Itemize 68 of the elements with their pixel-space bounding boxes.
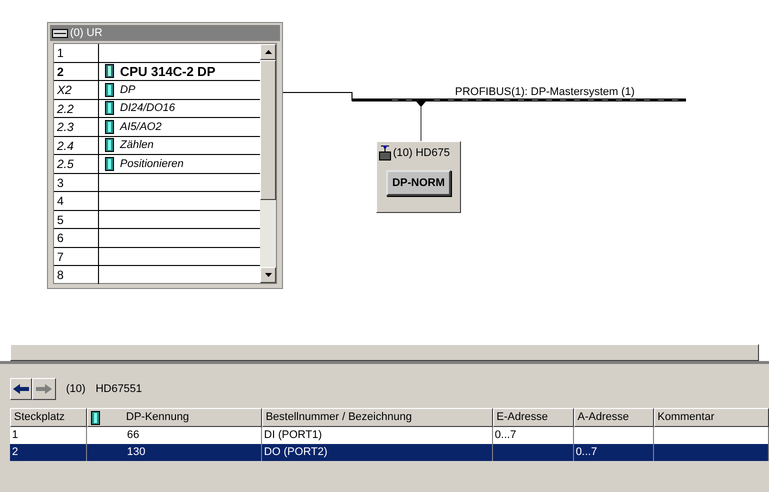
table-cell: 0...7 [494,429,516,441]
column-title: DP-Kennung [126,410,190,426]
slot-number: 1 [54,44,99,62]
table-cell: 130 [126,446,146,458]
slave-node[interactable]: (10) HD675 DP-NORM [376,141,461,213]
module-name[interactable]: Positionieren [120,156,184,172]
dp-norm-button[interactable]: DP-NORM [386,170,451,196]
slot-number: 6 [54,229,99,246]
column-title: Bestellnummer / Bezeichnung [266,410,412,426]
connection-line [283,92,353,102]
column-title: E-Adresse [496,410,548,426]
slot-number: X2 [54,81,99,98]
table-cell: DO (PORT2) [264,446,328,458]
column-title: Steckplatz [14,410,65,426]
column-title: Kommentar [658,410,714,426]
module-name[interactable]: CPU 314C-2 DP [120,62,216,81]
column-header[interactable]: E-Adresse [492,408,574,427]
slot-number: 4 [54,192,99,210]
table-row[interactable]: 1 66 DI (PORT1) 0...7 [10,427,769,444]
scroll-down-button[interactable] [260,267,276,283]
column-header[interactable]: A-Adresse [574,408,654,427]
slot-number: 3 [54,174,99,191]
module-name[interactable]: Zählen [120,137,154,154]
table-row[interactable]: 2 130 DO (PORT2) 0...7 [10,444,769,461]
module-icon [105,120,114,134]
column-title: A-Adresse [578,410,629,426]
scroll-up-button[interactable] [260,44,276,60]
back-button[interactable] [10,378,32,400]
slot-number: 2.4 [54,136,99,154]
horizontal-scrollbar[interactable] [10,344,759,361]
forward-button[interactable] [32,378,56,400]
slot-number: 2.3 [54,118,99,136]
slot-number: 2 [54,62,99,80]
station-number: (10) [66,382,86,397]
module-icon [105,156,114,171]
slave-title: (10) HD675 [393,146,450,161]
scroll-thumb[interactable] [260,60,276,200]
left-arrow-icon [13,384,29,394]
table-cell: DI (PORT1) [264,429,322,441]
slot-number: 8 [54,266,99,284]
station-name: HD67551 [96,382,142,397]
column-header[interactable]: Bestellnummer / Bezeichnung [262,408,493,427]
rack-icon [52,28,68,38]
table-cell: 2 [12,446,18,458]
slot-number: 2.2 [54,100,99,117]
slave-device-icon [379,145,391,161]
up-arrow-icon [264,50,272,54]
bus-connector-icon [414,99,428,107]
down-arrow-icon [264,273,272,277]
table-cell: 0...7 [576,446,598,458]
window-title: (0) UR [70,26,102,41]
table-cell: 1 [12,429,18,441]
bus-label: PROFIBUS(1): DP-Mastersystem (1) [455,85,635,100]
slot-number: 7 [54,248,99,265]
column-header[interactable]: Steckplatz [10,408,88,427]
drop-line [420,106,422,141]
module-name[interactable]: DI24/DO16 [120,100,176,116]
scrollbar[interactable] [260,44,276,283]
column-header[interactable]: DP-Kennung [87,408,262,427]
slot-number: 5 [54,210,99,228]
column-header[interactable]: Kommentar [654,408,769,427]
table-cell: 66 [126,429,140,441]
module-icon [105,82,114,97]
module-name[interactable]: AI5/AO2 [120,118,162,135]
right-arrow-icon [36,384,52,394]
module-icon [91,410,100,424]
slot-number: 2.5 [54,155,99,172]
module-name[interactable]: DP [120,82,136,98]
